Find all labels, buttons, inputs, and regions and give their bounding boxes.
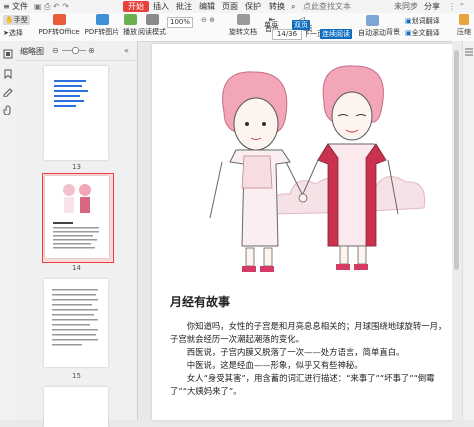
read-mode-icon (145, 14, 159, 25)
thumbnail-page-13[interactable] (44, 66, 108, 160)
translate-word-button[interactable]: ▣划词翻译 (405, 16, 451, 26)
thumbnail-page-16[interactable] (44, 387, 108, 427)
auto-scroll-icon (365, 15, 379, 26)
menu-start[interactable]: 开始 (123, 1, 149, 12)
share-button[interactable]: 分享 (424, 1, 440, 12)
rotate-button[interactable]: 旋转文档 (228, 14, 258, 37)
select-tool-button[interactable]: ➤选择 (3, 28, 31, 38)
attachment-icon[interactable] (3, 105, 13, 115)
illustration-two-girls (209, 65, 426, 272)
thumbnail-page-15[interactable] (44, 279, 108, 367)
page-number-input[interactable]: 14/36 (272, 29, 302, 40)
sync-status[interactable]: 未同步 (394, 1, 418, 12)
pdf-office-icon (52, 14, 66, 25)
continuous-read-button[interactable]: 连续阅读 (320, 29, 352, 39)
menu-file[interactable]: 文件 (12, 1, 28, 12)
zoom-select[interactable]: 100% (167, 17, 193, 28)
thumbnail-panel: 缩略图 ⊖ ⊕ « 13 14 15 (16, 41, 138, 427)
hamburger-icon[interactable]: ≡ (3, 1, 10, 12)
more-icon[interactable]: ⋮ ⌃ (448, 1, 465, 12)
pdf-to-image-button[interactable]: PDF转图片 (84, 14, 120, 37)
compress-button[interactable]: 压缩 (455, 14, 473, 37)
thumbnail-icon[interactable] (3, 49, 13, 59)
properties-icon[interactable] (464, 47, 474, 57)
page-13-preview (54, 80, 88, 107)
rotate-icon (236, 14, 250, 25)
right-girl-figure (301, 65, 399, 270)
pdf-to-office-button[interactable]: PDF转Office (36, 14, 82, 37)
paragraph-2: 西医说，子宫内膜又脱落了一次——处方语言，简单直白。 (186, 347, 405, 357)
zoom-out-thumb-icon[interactable]: ⊖ (52, 46, 59, 55)
thumbnail-page-14[interactable] (45, 176, 109, 258)
play-button[interactable]: 播放 (121, 14, 139, 37)
search-input[interactable]: 点此查找文本 (303, 1, 351, 12)
menu-convert[interactable]: 转换 (269, 1, 285, 12)
full-translate-button[interactable]: ▣全文翻译 (405, 28, 451, 38)
left-girl-figure (209, 71, 305, 272)
thumbnail-title: 缩略图 (20, 47, 44, 56)
page-15-preview (52, 289, 98, 346)
menu-bar: ≡ 文件 ▣ ⎙ ↶ ↷ 开始 插入 批注 编辑 页面 保护 转换 ⌕ 点此查找… (0, 0, 474, 14)
background-button[interactable]: 背景 (383, 27, 403, 37)
left-icon-bar (0, 41, 17, 420)
scrollbar-thumb[interactable] (454, 50, 459, 270)
single-page-button[interactable]: 单页 (262, 20, 280, 30)
collapse-panel-icon[interactable]: « (124, 46, 129, 55)
holding-hands (298, 193, 308, 203)
menu-edit[interactable]: 编辑 (199, 1, 215, 12)
document-page: 月经有故事 你知道吗，女性的子宫是和月亮息息相关的；月球围绕地球旋转一月，子宫就… (152, 44, 452, 420)
zoom-buttons[interactable]: ⊖ ⊕ (193, 16, 223, 24)
zoom-in-thumb-icon[interactable]: ⊕ (88, 46, 95, 55)
menu-insert[interactable]: 插入 (153, 1, 169, 12)
thumb-slider-handle[interactable] (72, 47, 79, 54)
read-mode-button[interactable]: 阅读模式 (138, 14, 166, 37)
paragraph-1: 你知道吗，女性的子宫是和月亮息息相关的；月球围绕地球旋转一月，子宫就会经历一次潮… (170, 321, 447, 344)
thumbnail-number-13: 13 (72, 163, 81, 171)
menu-annotate[interactable]: 批注 (176, 1, 192, 12)
page-14-preview (53, 184, 99, 249)
article-heading: 月经有故事 (170, 295, 231, 309)
annotation-icon[interactable] (3, 87, 13, 97)
right-side-panel (462, 41, 474, 420)
paragraph-3: 中医说，这是经血——形象，似乎又有些神秘。 (186, 360, 363, 370)
paragraph-4: 女人“身受其害”，用含蓄的词汇进行描述：“来事了”“坏事了”“倒霉了”“大姨妈来… (170, 373, 435, 396)
menu-protect[interactable]: 保护 (245, 1, 261, 12)
double-page-button[interactable]: 双页 (292, 20, 310, 30)
play-icon (123, 14, 137, 25)
search-icon[interactable]: ⌕ (291, 1, 295, 12)
bookmark-icon[interactable] (3, 69, 13, 79)
hand-tool-button[interactable]: ✋手型 (3, 15, 31, 25)
ribbon-toolbar: ✋手型 ➤选择 PDF转Office PDF转图片 播放 阅读模式 ⊖ ⊕ 旋转… (0, 13, 474, 42)
pdf-image-icon (95, 14, 109, 25)
quick-access-icons[interactable]: ▣ ⎙ ↶ ↷ (34, 1, 69, 12)
thumbnail-header: 缩略图 ⊖ ⊕ « (16, 41, 137, 61)
compress-icon (459, 14, 469, 25)
thumbnail-number-14: 14 (72, 264, 81, 272)
menu-page[interactable]: 页面 (222, 1, 238, 12)
thumbnail-number-15: 15 (72, 372, 81, 380)
